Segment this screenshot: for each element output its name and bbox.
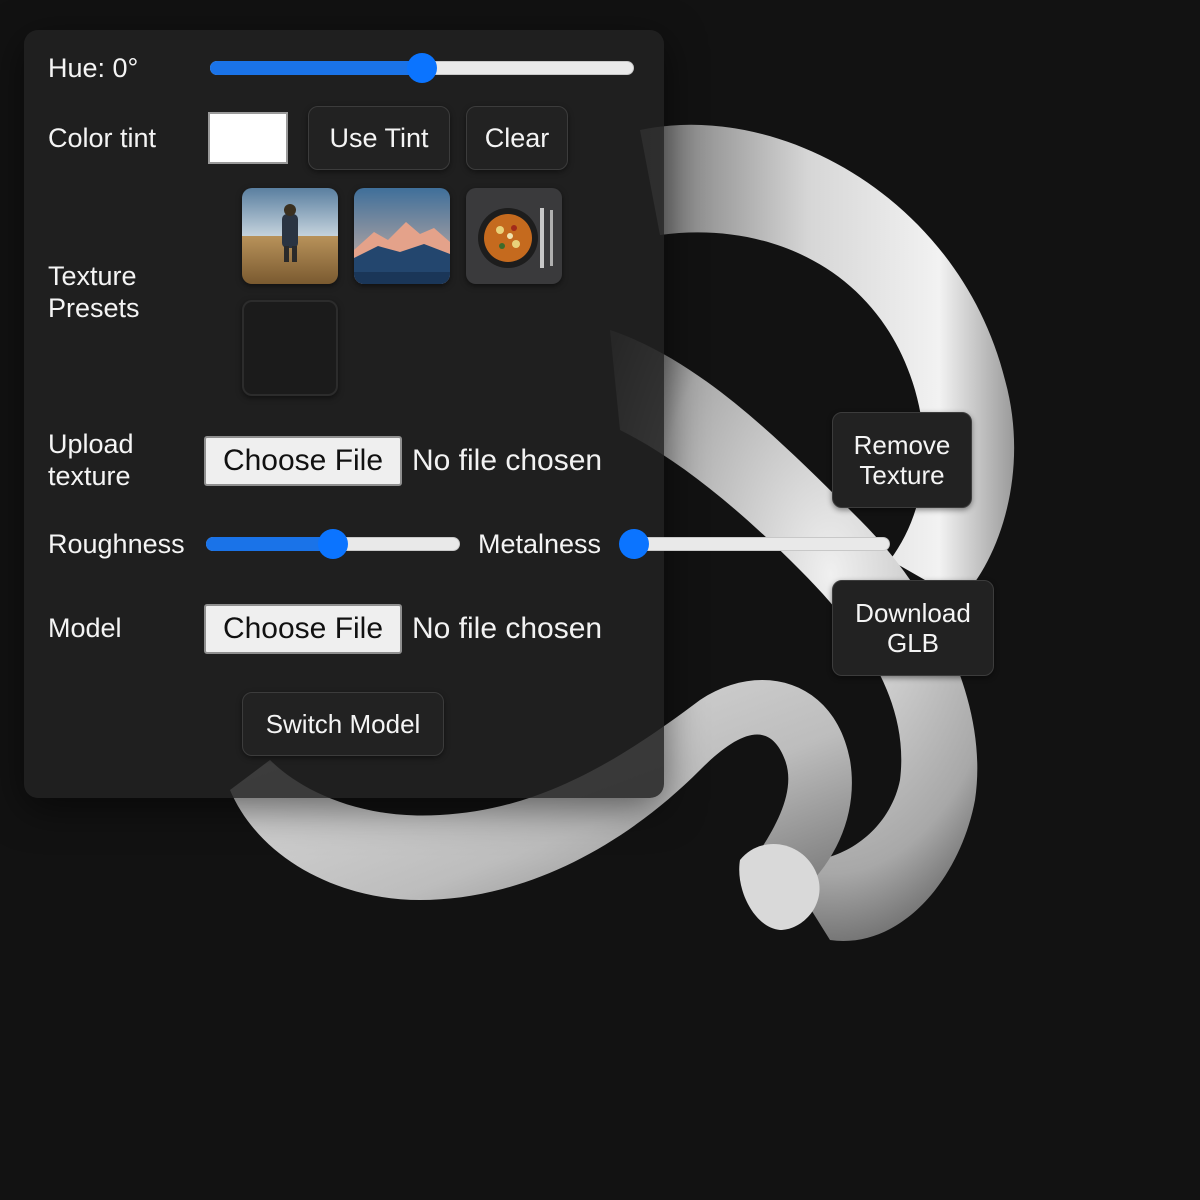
metalness-slider[interactable] (619, 529, 890, 559)
upload-texture-label-line1: Upload (48, 429, 134, 459)
remove-texture-line1: Remove (853, 430, 951, 460)
download-glb-button[interactable]: Download GLB (832, 580, 994, 676)
clear-tint-button[interactable]: Clear (466, 106, 568, 170)
hue-slider-fill (210, 61, 422, 75)
metalness-slider-thumb[interactable] (619, 529, 649, 559)
upload-texture-label: Upload texture (48, 428, 134, 492)
roughness-slider-thumb[interactable] (318, 529, 348, 559)
paella-photo-icon (466, 188, 562, 284)
field-photo-icon (242, 188, 338, 284)
model-file-status: No file chosen (412, 612, 603, 645)
upload-texture-choose-file-button[interactable]: Choose File (204, 436, 402, 486)
metalness-slider-track (634, 537, 890, 551)
texture-preset-mountain[interactable] (354, 188, 450, 284)
roughness-label: Roughness (48, 529, 185, 559)
upload-texture-status: No file chosen (412, 444, 603, 477)
hue-slider[interactable] (210, 53, 634, 83)
color-tint-swatch[interactable] (208, 112, 288, 164)
download-glb-line2: GLB (886, 628, 940, 658)
remove-texture-button[interactable]: Remove Texture (832, 412, 972, 508)
hue-label: Hue: 0° (48, 53, 139, 83)
upload-texture-label-line2: texture (48, 461, 131, 491)
download-glb-line1: Download (855, 598, 971, 628)
remove-texture-line2: Texture (859, 460, 945, 490)
use-tint-button[interactable]: Use Tint (308, 106, 450, 170)
roughness-slider[interactable] (206, 529, 460, 559)
controls-panel: Hue: 0° Color tint Use Tint Clear Textur… (24, 30, 664, 798)
mountain-photo-icon (354, 188, 450, 284)
texture-preset-paella[interactable] (466, 188, 562, 284)
hue-slider-thumb[interactable] (407, 53, 437, 83)
metalness-label: Metalness (478, 529, 602, 559)
texture-presets-label: Texture Presets (48, 261, 140, 323)
texture-preset-field[interactable] (242, 188, 338, 284)
viewer-stage: Hue: 0° Color tint Use Tint Clear Textur… (0, 0, 1200, 1200)
roughness-slider-fill (206, 537, 333, 551)
texture-preset-empty[interactable] (242, 300, 338, 396)
switch-model-button[interactable]: Switch Model (242, 692, 444, 756)
model-choose-file-button[interactable]: Choose File (204, 604, 402, 654)
model-label: Model (48, 613, 122, 643)
color-tint-label: Color tint (48, 123, 157, 153)
